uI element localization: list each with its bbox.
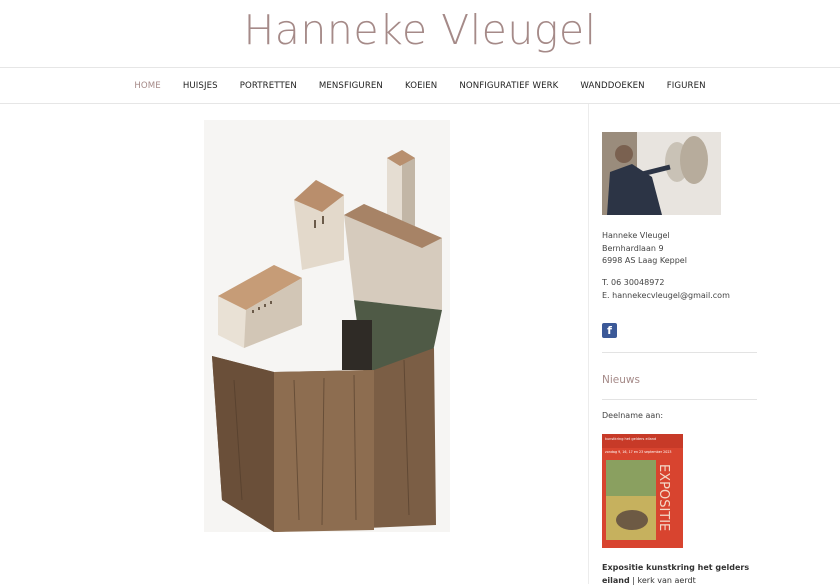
poster-date-text: zondag 9, 16, 17 en 23 september 2023 — [605, 450, 672, 454]
nav-item-koeien[interactable]: KOEIEN — [405, 81, 437, 91]
sidebar: Hanneke Vleugel Bernhardlaan 9 6998 AS L… — [588, 104, 840, 587]
nav-item-nonfiguratief-werk[interactable]: NONFIGURATIEF WERK — [459, 81, 558, 91]
nav-item-portretten[interactable]: PORTRETTEN — [240, 81, 297, 91]
sculpture-image[interactable] — [204, 120, 450, 532]
address-name: Hanneke Vleugel — [602, 231, 670, 240]
phone-text: T. 06 30048972 — [602, 278, 665, 287]
exhibition-entry: Expositie kunstkring het gelders eiland … — [602, 562, 762, 587]
nav-item-wanddoeken[interactable]: WANDDOEKEN — [580, 81, 644, 91]
poster-top-text: kunstkring het gelders eiland — [605, 437, 656, 441]
participation-label: Deelname aan: — [602, 411, 664, 420]
nav-item-huisjes[interactable]: HUISJES — [183, 81, 218, 91]
site-title[interactable]: Hanneke Vleugel — [0, 0, 840, 58]
exhibition-poster[interactable]: kunstkring het gelders eiland zondag 9, … — [602, 434, 683, 548]
divider — [602, 399, 757, 400]
address-block: Hanneke Vleugel Bernhardlaan 9 6998 AS L… — [602, 230, 687, 268]
main-nav: HOME HUISJES PORTRETTEN MENSFIGUREN KOEI… — [0, 67, 840, 104]
exhibition-location: kerk van aerdt — [637, 575, 696, 585]
artist-photo[interactable] — [602, 132, 721, 215]
nav-item-home[interactable]: HOME — [134, 81, 160, 91]
exhibition-separator: | — [632, 575, 635, 585]
email-link[interactable]: E. hannekecvleugel@gmail.com — [602, 290, 730, 303]
divider — [602, 352, 757, 353]
nav-item-figuren[interactable]: FIGUREN — [667, 81, 706, 91]
poster-big-word: EXPOSITIE — [656, 464, 671, 531]
address-city: 6998 AS Laag Keppel — [602, 256, 687, 265]
contact-block: T. 06 30048972 E. hannekecvleugel@gmail.… — [602, 277, 730, 302]
news-heading: Nieuws — [602, 374, 640, 386]
nav-item-mensfiguren[interactable]: MENSFIGUREN — [319, 81, 383, 91]
address-street: Bernhardlaan 9 — [602, 243, 664, 253]
facebook-icon[interactable]: f — [602, 323, 617, 338]
